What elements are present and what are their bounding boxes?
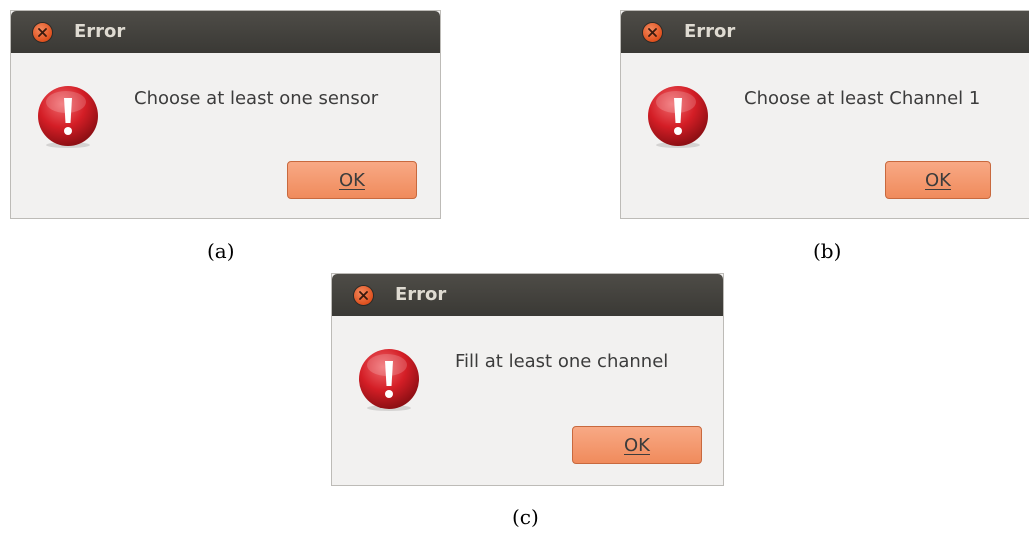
title-bar: Error <box>332 274 723 316</box>
ok-button[interactable]: OK <box>572 426 702 464</box>
close-icon[interactable] <box>33 23 52 42</box>
error-icon <box>38 86 98 148</box>
title-bar: Error <box>11 11 440 53</box>
title-bar: Error <box>621 11 1029 53</box>
error-message: Choose at least Channel 1 <box>744 88 981 109</box>
error-dialog-b: Error Choose at least Channel 1 OK <box>620 10 1029 219</box>
close-icon[interactable] <box>643 23 662 42</box>
error-icon <box>648 86 708 148</box>
caption-c: (c) <box>512 505 539 529</box>
dialog-title: Error <box>395 284 447 305</box>
ok-button-label: OK <box>925 169 951 191</box>
caption-b: (b) <box>813 239 842 263</box>
dialog-title: Error <box>74 21 126 42</box>
error-message: Fill at least one channel <box>455 351 669 372</box>
error-icon <box>359 349 419 411</box>
close-icon[interactable] <box>354 286 373 305</box>
error-dialog-a: Error Choose at least one sensor OK <box>10 10 441 219</box>
ok-button[interactable]: OK <box>885 161 991 199</box>
ok-button-label: OK <box>339 169 365 191</box>
error-message: Choose at least one sensor <box>134 88 379 109</box>
caption-a: (a) <box>207 239 235 263</box>
ok-button-label: OK <box>624 434 650 456</box>
dialog-title: Error <box>684 21 736 42</box>
error-dialog-c: Error Fill at least one channel OK <box>331 273 724 486</box>
ok-button[interactable]: OK <box>287 161 417 199</box>
